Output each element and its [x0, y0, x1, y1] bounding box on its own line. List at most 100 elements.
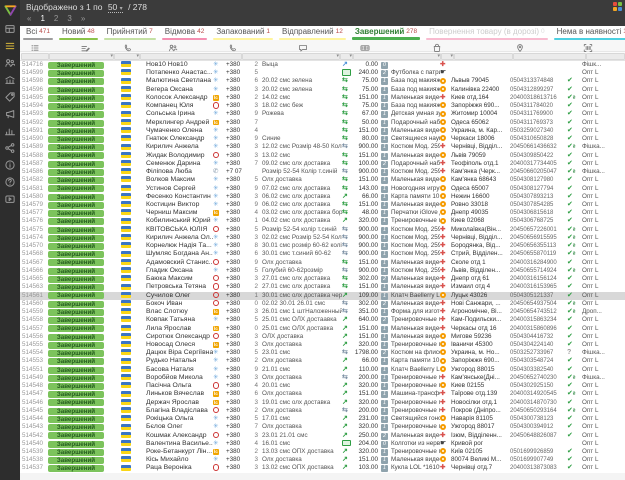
payment-cell: ⇆	[342, 267, 353, 275]
table-row[interactable]: 514545ЗавершенийБлагіна Владіслава+3802О…	[20, 407, 625, 415]
per-page-dropdown[interactable]: 50 ▾	[108, 2, 123, 13]
table-row[interactable]: 514579ЗавершенийКостицин Виктор✳+380906.…	[20, 201, 625, 209]
tab-count: 471	[39, 28, 50, 35]
table-row[interactable]: 514543ЗавершенийБєлов Олег✳+3807Олх дост…	[20, 423, 625, 431]
table-row[interactable]: 514599ЗавершенийПотапенко Анастас...✳+38…	[20, 69, 625, 77]
tab-declined[interactable]: Відмова42	[159, 26, 211, 40]
table-row[interactable]: 514554ЗавершенийДацюк Віра Сергіївна✳+38…	[20, 349, 625, 357]
filter-input-1[interactable]: ▾	[49, 53, 114, 60]
table-row[interactable]: 514555ЗавершенийНовосад Олесяlc+3803Олх …	[20, 341, 625, 349]
green-card-icon	[342, 440, 351, 447]
table-row[interactable]: 514547ЗавершенийЛиньков Вячеславlc+3806О…	[20, 390, 625, 398]
tab-out-of-stock[interactable]: Нема в наявності1	[551, 26, 625, 40]
table-row[interactable]: 514542ЗавершенийКошмак Александр+380323.…	[20, 432, 625, 440]
table-row[interactable]: 514598ЗавершенийМалютина Светлана✳+38062…	[20, 77, 625, 85]
table-row[interactable]: 514577ЗавершенийЧерниш Максимlc+380403.0…	[20, 209, 625, 217]
table-row[interactable]: 514568ЗавершенийШумляс Богдана Ан...✳+38…	[20, 250, 625, 258]
apps-icon[interactable]	[613, 2, 622, 11]
filter-input-4[interactable]: ▾	[242, 53, 340, 60]
table-row[interactable]: 514595ЗавершенийКолосок Александрlc+3802…	[20, 94, 625, 102]
order-id: 514555	[20, 341, 48, 349]
table-row[interactable]: 514563ЗавершенийПетровська Тетяна+380227…	[20, 283, 625, 291]
table-row[interactable]: 514587ЗавершенийСеменюк Дарина✳+380709.0…	[20, 160, 625, 168]
table-row[interactable]: 514553ЗавершенийРудько Наталья✳+3802Олх …	[20, 357, 625, 365]
table-row[interactable]: 514582ЗавершенийВолков Максим✳+3805Олх д…	[20, 176, 625, 184]
ttn-number: 20450656355113	[510, 242, 567, 250]
status-cell: Завершений	[48, 415, 112, 423]
table-row[interactable]: 514549ЗавершенийВоробйов Микола✳+3803Олх…	[20, 374, 625, 382]
table-row[interactable]: 514565ЗавершенийБаюка Максим+380327.01 с…	[20, 275, 625, 283]
first-page-button[interactable]: «	[27, 14, 31, 23]
filter-input-6[interactable]: ▾	[353, 53, 441, 60]
table-row[interactable]: 514596ЗавершенийВегера Оксана✳+380320.02…	[20, 86, 625, 94]
info-icon[interactable]	[0, 156, 20, 173]
source-cell	[213, 333, 226, 341]
table-row[interactable]: 514548ЗавершенийПасічна Ольга+380420.01 …	[20, 382, 625, 390]
table-row[interactable]: 514559ЗавершенийВлас Слотюуlc+380326.01 …	[20, 308, 625, 316]
filter-input-8[interactable]	[454, 53, 513, 60]
table-row[interactable]: 514581ЗавершенийУстинов Сергей✳+380907.0…	[20, 185, 625, 193]
video-icon[interactable]	[0, 190, 20, 207]
table-row[interactable]: 514594ЗавершенийКомпанец Юля+380318.02 с…	[20, 102, 625, 110]
table-row[interactable]: 514544ЗавершенийРокіцька Ольга✳+380517.0…	[20, 415, 625, 423]
table-row[interactable]: 514575ЗавершенийКВІТОВСЬКА ЮЛІЯ+3805Розм…	[20, 226, 625, 234]
table-row[interactable]: 514576ЗавершенийКобилинський Юрий✳+38010…	[20, 217, 625, 225]
courier-cell: ✚	[440, 160, 451, 168]
filter-input-7[interactable]: ▾	[441, 53, 454, 60]
tab-completed[interactable]: Завершений278	[349, 26, 423, 40]
table-row[interactable]: 514558ЗавершенийКовпак Татьяна✳+380525.0…	[20, 316, 625, 324]
table-row[interactable]: 514566ЗавершенийГладик Оксана✳+3805Голуб…	[20, 267, 625, 275]
table-row[interactable]: 514567ЗавершенийАдамовский Станис...+380…	[20, 259, 625, 267]
table-row[interactable]: 514537ЗавершенийРаца Вероніка+380313.02 …	[20, 464, 625, 472]
table-row[interactable]: 514538ЗавершенийКісь Михайло✳+3803Олх до…	[20, 456, 625, 464]
table-row[interactable]: 514556ЗавершенийСиротюк Олександр+3803ОЛ…	[20, 333, 625, 341]
table-row[interactable]: 514570ЗавершенийКорнелюк Надія Та...✳+38…	[20, 242, 625, 250]
table-row[interactable]: 514588ЗавершенийЖидак Володимир+380313.0…	[20, 152, 625, 160]
table-row[interactable]: 514551ЗавершенийБасова Наталя✳+380921.01…	[20, 366, 625, 374]
table-row[interactable]: 514591ЗавершенийЧумаченко Олена✳+3804⇆15…	[20, 127, 625, 135]
filter-input-9[interactable]	[513, 53, 586, 60]
table-row[interactable]: 514586ЗавершенийФіліпова Люба✆+7 07Розмі…	[20, 168, 625, 176]
help-icon[interactable]	[0, 173, 20, 190]
table-row[interactable]: 514546ЗавершенийДержач Ярославlc+380319.…	[20, 399, 625, 407]
last-page-button[interactable]: »	[81, 14, 85, 23]
table-row[interactable]: 514716ЗавершенийНов10 Нов10✳+3802Выца↗0.…	[20, 61, 625, 69]
sales-tag-icon[interactable]	[0, 88, 20, 105]
integrations-icon[interactable]	[0, 139, 20, 156]
tab-returning[interactable]: Повернення товару (в дорозі)0	[423, 26, 551, 40]
table-row[interactable]: 514592ЗавершенийМерклингер Андрейlc+3807…	[20, 119, 625, 127]
filter-input-0[interactable]	[21, 53, 49, 60]
page-button-3[interactable]: 3	[67, 14, 71, 23]
stats-icon[interactable]	[0, 122, 20, 139]
table-row[interactable]: 514580ЗавершенийФесенко Константин✳+3803…	[20, 193, 625, 201]
table-row[interactable]: 514574ЗавершенийКирилич Анжела Ол...✳+38…	[20, 234, 625, 242]
table-row[interactable]: 514557ЗавершенийЛила Ярославlc+380025.01…	[20, 325, 625, 333]
table-row[interactable]: 514593ЗавершенийСольська Ірина✳+3809Роже…	[20, 110, 625, 118]
courier-cell	[440, 349, 451, 357]
page-button-2[interactable]: 2	[54, 14, 58, 23]
page-button-1[interactable]: 1	[40, 14, 44, 23]
table-row[interactable]: 514589ЗавершенийКирилич Анжела✳+380312.0…	[20, 143, 625, 151]
filter-input-3[interactable]	[140, 53, 242, 60]
events-count: 8	[249, 242, 262, 250]
filter-input-10[interactable]	[586, 53, 625, 60]
orders-icon[interactable]	[0, 37, 20, 54]
tab-accepted[interactable]: Прийнятий7	[101, 26, 159, 40]
filter-input-2[interactable]: ▾	[114, 53, 140, 60]
table-row[interactable]: 514590ЗавершенийГнатюк Олександр✳+3809Си…	[20, 135, 625, 143]
dashboard-icon[interactable]	[0, 20, 20, 37]
cod-arrows-icon: ⇆	[342, 209, 348, 216]
tab-new[interactable]: Новий48	[56, 26, 101, 40]
tab-sent[interactable]: Відправлений12	[276, 26, 349, 40]
app-logo-icon[interactable]	[0, 0, 20, 20]
bank-icon[interactable]	[0, 71, 20, 88]
megaphone-icon[interactable]	[0, 105, 20, 122]
table-row[interactable]: 514540ЗавершенийВалентина Василье...✳+38…	[20, 440, 625, 448]
tab-all[interactable]: Всі471	[20, 26, 56, 40]
clients-icon[interactable]	[0, 54, 20, 71]
tab-packed[interactable]: Запакований1	[210, 26, 276, 40]
table-row[interactable]: 514560ЗавершенийБокоч Иван+380002.02 30.…	[20, 300, 625, 308]
table-row[interactable]: 514539ЗавершенийРоке-Бетанкурт Лін...lc+…	[20, 448, 625, 456]
table-row[interactable]: 514561ЗавершенийСучилов Олег+380130.01 с…	[20, 292, 625, 300]
filter-input-5[interactable]: ▾	[340, 53, 353, 60]
